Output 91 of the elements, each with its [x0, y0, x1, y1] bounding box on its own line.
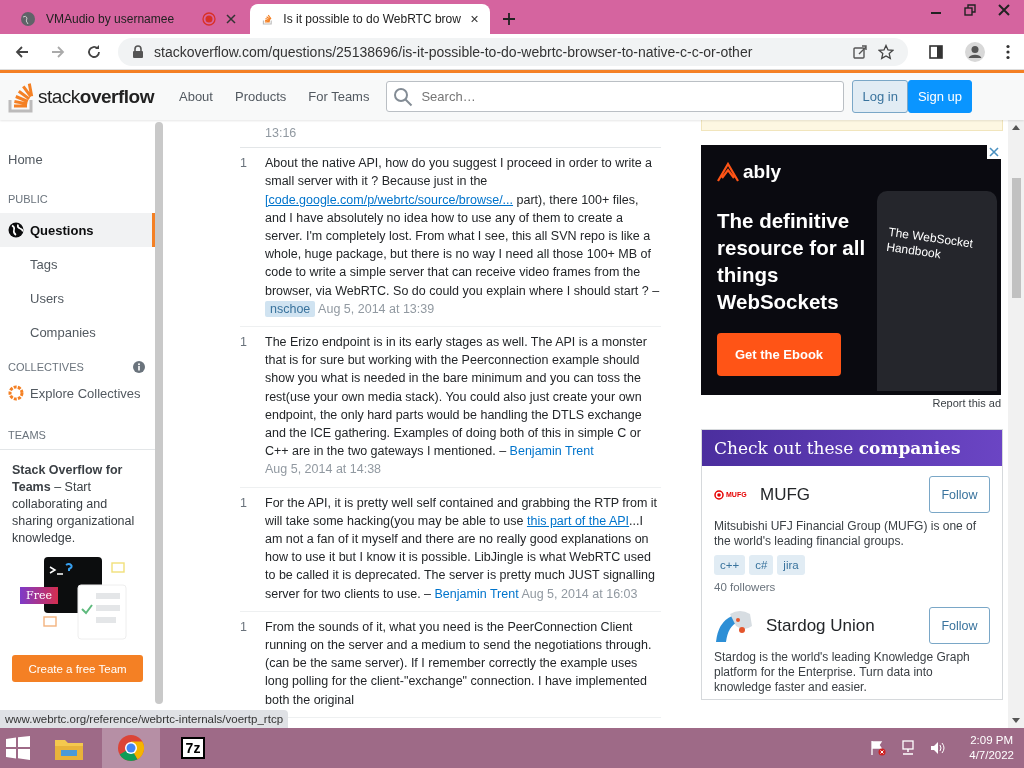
scrollbar[interactable] [1008, 120, 1024, 728]
report-ad-link[interactable]: Report this ad [701, 397, 1001, 409]
new-tab-icon[interactable] [502, 12, 516, 26]
clock[interactable]: 2:09 PM 4/7/2022 [969, 733, 1014, 763]
company-name[interactable]: MUFG [760, 484, 811, 505]
free-badge: Free [20, 587, 58, 604]
globe-icon [8, 222, 24, 238]
comment-author[interactable]: Benjamin Trent [509, 444, 594, 459]
tag[interactable]: jira [777, 555, 805, 575]
section-heading: COLLECTIVES [8, 361, 84, 373]
follow-button[interactable]: Follow [929, 476, 990, 513]
sidebar-item[interactable]: Users [0, 281, 155, 315]
windows-start-icon[interactable] [5, 735, 31, 761]
login-button[interactable]: Log in [852, 80, 908, 113]
ad-logo: ably [717, 161, 867, 183]
nav-link[interactable]: For Teams [297, 83, 381, 110]
side-panel-icon[interactable] [928, 43, 944, 60]
company-description: Stardog is the world's leading Knowledge Graph platform for the Enterprise. Turn data into knowledge faster and easier. [714, 650, 971, 695]
star-icon[interactable] [878, 43, 894, 60]
globe-icon [20, 11, 36, 27]
flag-icon[interactable] [870, 740, 887, 756]
comment-link[interactable]: [code.google.com/p/webrtc/source/browse/... [265, 192, 514, 207]
section-heading: TEAMS [7, 429, 47, 441]
scrollbar[interactable] [155, 122, 163, 704]
comment-date: Aug 5, 2014 at 13:39 [318, 301, 435, 316]
comment-text: About the native API, how do you suggest I proceed in order to write a small server with it ? Because just in the [code.google.com/p/webrtc/source/browse/... part), there 100+ files, and I have absolutely no idea how to use any of them to create a server. I'm completely lost. From what I see, this all SVN repo is like a whole, huge package, but there is no way I need all those 100+ MB of code to write a simple server that can receive video frames from the browser, via WebRTC. So do could you explain where I should start ? – nschoe Aug 5, 2014 at 13:39 [265, 155, 661, 319]
comment-text: From the sounds of it, what you need is the PeerConnection Client running on the server and a medium to send the negotiations through. (can be the same server). If I remember correctly the example uses long polling for the client-"exchange" connection. I have implemented both the original [265, 618, 653, 709]
back-icon[interactable] [14, 43, 30, 60]
status-url: www.webrtc.org/reference/webrtc-internals/voertp_rtcp [0, 710, 289, 728]
recording-icon [202, 12, 216, 26]
scroll-up-icon[interactable] [1012, 124, 1020, 130]
collectives-icon [8, 385, 24, 401]
ad-banner[interactable]: ably The definitive resource for all things WebSockets Get the Ebook The WebSocket Handbook [701, 145, 1001, 395]
comment-link[interactable]: this part of the API [526, 513, 630, 528]
menu-icon[interactable] [1006, 43, 1010, 60]
tab-title: VMAudio by usernamee [46, 12, 176, 26]
comment-score: 1 [240, 494, 248, 512]
brand-logo-icon [717, 162, 739, 182]
comment-date: Aug 5, 2014 at 14:38 [265, 462, 382, 477]
site-logo[interactable]: stackoverflow [8, 80, 154, 113]
teams-text: Stack Overflow for Teams – Start collaborating and sharing organizational knowledge. [12, 462, 136, 547]
close-icon[interactable] [470, 14, 478, 24]
tag[interactable]: c# [749, 555, 774, 575]
search-icon [393, 86, 414, 107]
comment-author[interactable]: nschoe [265, 300, 316, 317]
chrome-icon [117, 734, 145, 762]
browser-tab[interactable]: Is it possible to do WebRTC brow [250, 4, 490, 34]
share-icon[interactable] [852, 43, 868, 60]
tag[interactable]: c++ [714, 555, 746, 575]
comment-text: For the API, it is pretty well self contained and grabbing the RTP from it will take some hacking(you may be able to use this part of the API...I am not a fan of it myself and there are no really good explanations on how to use it but I know it is possible. LibJingle is what WebRTC used to be called it is deprecated. The server is pretty much JUST signalling server for two clients to use. – Benjamin Trent Aug 5, 2014 at 16:03 [265, 494, 659, 603]
tab-title: Is it possible to do WebRTC brow [283, 12, 461, 26]
taskbar-app[interactable]: 7z [164, 728, 222, 768]
sidebar-item[interactable]: Questions [0, 213, 155, 247]
lock-icon [132, 44, 144, 59]
close-icon[interactable] [998, 4, 1010, 16]
restore-icon[interactable] [964, 4, 976, 16]
close-icon[interactable] [226, 14, 236, 24]
section-heading: PUBLIC [7, 193, 49, 205]
comment-date: Aug 5, 2014 at 16:03 [521, 586, 638, 601]
profile-icon[interactable] [964, 40, 986, 63]
book-title: The WebSocket Handbook [885, 224, 975, 264]
follow-button[interactable]: Follow [929, 607, 990, 644]
nav-link[interactable]: About [168, 83, 224, 110]
nav-link[interactable]: Products [223, 83, 298, 110]
search-bar[interactable]: Search… [386, 81, 845, 112]
reload-icon[interactable] [86, 43, 102, 60]
scroll-down-icon[interactable] [1012, 718, 1020, 724]
taskbar-app[interactable] [102, 728, 160, 768]
comment-score: 1 [240, 155, 248, 173]
search-field[interactable]: Search… [419, 88, 838, 105]
comment-score: 1 [240, 618, 248, 636]
company-description: Mitsubishi UFJ Financial Group (MUFG) is one of the world's leading financial groups. [714, 519, 978, 549]
sidebar-item[interactable]: Home [0, 152, 155, 167]
sidebar-item[interactable]: Tags [0, 247, 155, 281]
network-icon[interactable] [900, 740, 917, 756]
info-icon[interactable] [133, 361, 145, 373]
comment-score: 1 [240, 334, 248, 352]
browser-tab[interactable]: VMAudio by usernamee [8, 4, 248, 34]
companies-heading: Check out these companies [702, 430, 1002, 466]
stack-logo-icon [8, 80, 36, 113]
address-field[interactable]: stackoverflow.com/questions/25138696/is-it-possible-to-do-webrtc-browser-to-native-c-c-or-other [118, 37, 908, 66]
follower-count: 40 followers [714, 581, 777, 593]
comment-date: 13:16 [240, 120, 661, 149]
scroll-thumb[interactable] [1011, 178, 1021, 298]
comment-text: The Erizo endpoint is in its early stages as well. The API is a monster that is for sure but working with the Peerconnection example should show you what is needed in the bare minimum and you can toss the rest(use your own media stack). You could also just create your own endpoint, the only hard parts would be handling the DTLS exchange and the ICE gathering. Examples of doing both of this in simple C or C++ are in the two gateways I mentioned. – Benjamin Trent Aug 5, 2014 at 14:38 [265, 334, 648, 479]
speaker-icon[interactable] [930, 740, 947, 756]
sidebar-item[interactable]: Companies [0, 315, 155, 349]
company-name[interactable]: Stardog Union [766, 615, 875, 636]
comment-author[interactable]: Benjamin Trent [434, 586, 519, 601]
sidebar-item[interactable]: Explore Collectives [0, 385, 155, 401]
ad-headline: The definitive resource for all things WebSockets [717, 208, 867, 315]
